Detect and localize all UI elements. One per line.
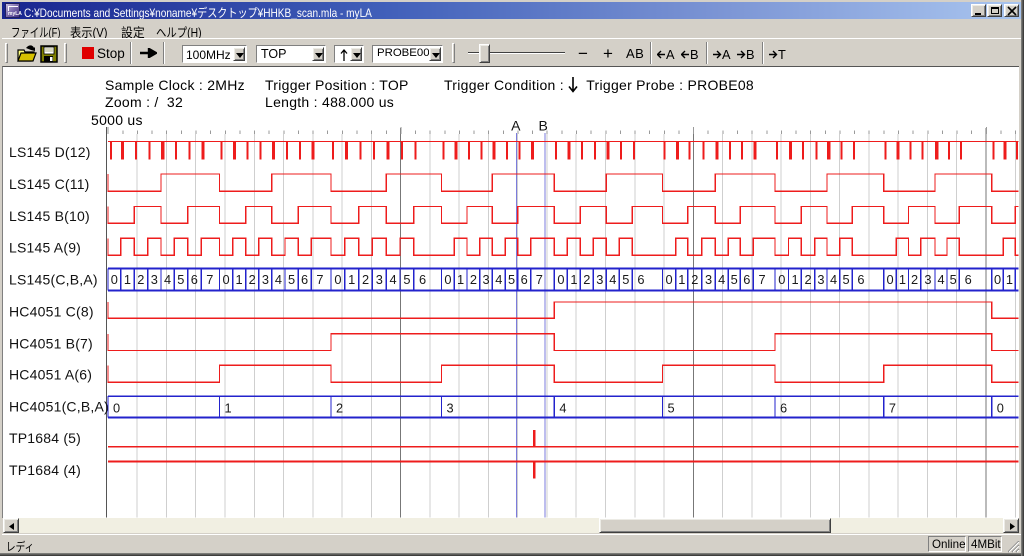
svg-text:3: 3: [596, 272, 603, 287]
svg-text:0: 0: [997, 400, 1004, 415]
svg-text:4: 4: [559, 400, 566, 415]
svg-text:0: 0: [111, 272, 118, 287]
svg-text:6: 6: [857, 272, 864, 287]
svg-text:0: 0: [334, 272, 341, 287]
svg-text:5: 5: [403, 272, 410, 287]
svg-text:0: 0: [778, 272, 785, 287]
svg-text:3: 3: [924, 272, 931, 287]
svg-text:0: 0: [223, 272, 230, 287]
svg-text:5: 5: [622, 272, 629, 287]
svg-text:7: 7: [536, 272, 543, 287]
svg-text:6: 6: [965, 272, 972, 287]
svg-text:2: 2: [362, 272, 369, 287]
svg-text:LS145 B(10): LS145 B(10): [9, 208, 90, 224]
svg-text:7: 7: [206, 272, 213, 287]
svg-text:TP1684 (5): TP1684 (5): [9, 430, 81, 446]
svg-text:3: 3: [705, 272, 712, 287]
svg-text:1: 1: [225, 400, 232, 415]
svg-text:4: 4: [609, 272, 616, 287]
svg-text:6: 6: [637, 272, 644, 287]
svg-text:2: 2: [249, 272, 256, 287]
svg-text:2: 2: [805, 272, 812, 287]
svg-text:4: 4: [390, 272, 397, 287]
svg-text:1: 1: [236, 272, 243, 287]
svg-text:HC4051 B(7): HC4051 B(7): [9, 335, 93, 351]
svg-text:0: 0: [557, 272, 564, 287]
svg-text:TP1684 (4): TP1684 (4): [9, 462, 81, 478]
svg-text:0: 0: [666, 272, 673, 287]
svg-text:1: 1: [678, 272, 685, 287]
svg-text:3: 3: [817, 272, 824, 287]
svg-text:5: 5: [177, 272, 184, 287]
svg-text:3: 3: [376, 272, 383, 287]
svg-text:4: 4: [164, 272, 171, 287]
svg-text:HC4051(C,B,A): HC4051(C,B,A): [9, 399, 109, 415]
svg-text:LS145 D(12): LS145 D(12): [9, 144, 91, 160]
svg-text:3: 3: [262, 272, 269, 287]
svg-text:6: 6: [521, 272, 528, 287]
svg-text:5: 5: [731, 272, 738, 287]
svg-text:7: 7: [759, 272, 766, 287]
svg-text:5: 5: [508, 272, 515, 287]
svg-text:B: B: [539, 118, 548, 134]
svg-text:0: 0: [113, 400, 120, 415]
svg-text:HC4051 A(6): HC4051 A(6): [9, 367, 92, 383]
svg-text:HC4051 C(8): HC4051 C(8): [9, 303, 94, 319]
svg-text:0: 0: [994, 272, 1001, 287]
svg-text:3: 3: [151, 272, 158, 287]
svg-text:4: 4: [495, 272, 502, 287]
svg-text:4: 4: [275, 272, 282, 287]
svg-text:2: 2: [911, 272, 918, 287]
svg-text:2: 2: [137, 272, 144, 287]
svg-text:3: 3: [447, 400, 454, 415]
svg-text:1: 1: [124, 272, 131, 287]
svg-text:1: 1: [791, 272, 798, 287]
svg-text:4: 4: [718, 272, 725, 287]
svg-text:7: 7: [889, 400, 896, 415]
svg-text:5: 5: [842, 272, 849, 287]
svg-text:1: 1: [899, 272, 906, 287]
svg-text:5: 5: [950, 272, 957, 287]
svg-text:1: 1: [457, 272, 464, 287]
svg-text:2: 2: [336, 400, 343, 415]
svg-text:4: 4: [937, 272, 944, 287]
svg-text:0: 0: [886, 272, 893, 287]
svg-text:2: 2: [691, 272, 698, 287]
svg-text:1: 1: [348, 272, 355, 287]
svg-text:6: 6: [301, 272, 308, 287]
svg-text:3: 3: [482, 272, 489, 287]
svg-text:2: 2: [583, 272, 590, 287]
svg-text:6: 6: [419, 272, 426, 287]
svg-text:LS145 C(11): LS145 C(11): [9, 176, 90, 192]
svg-text:5: 5: [668, 400, 675, 415]
svg-text:2: 2: [470, 272, 477, 287]
svg-text:A: A: [511, 118, 521, 134]
svg-text:0: 0: [444, 272, 451, 287]
svg-text:6: 6: [191, 272, 198, 287]
svg-text:4: 4: [830, 272, 837, 287]
svg-text:1: 1: [1006, 272, 1013, 287]
svg-text:7: 7: [316, 272, 323, 287]
svg-text:1: 1: [570, 272, 577, 287]
svg-text:LS145 A(9): LS145 A(9): [9, 239, 81, 255]
svg-text:5: 5: [288, 272, 295, 287]
svg-text:6: 6: [780, 400, 787, 415]
svg-text:LS145(C,B,A): LS145(C,B,A): [9, 271, 98, 287]
svg-text:6: 6: [743, 272, 750, 287]
